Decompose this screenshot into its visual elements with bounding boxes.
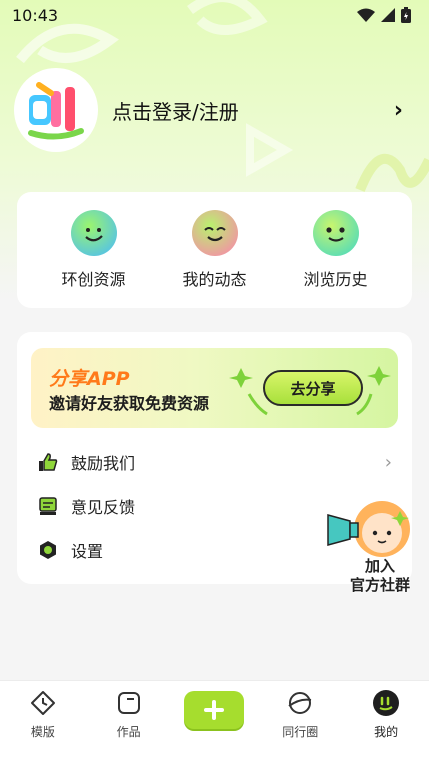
tab-label: 我的	[374, 725, 399, 739]
plus-icon	[184, 691, 245, 729]
profile-icon	[372, 689, 400, 717]
battery-icon	[401, 7, 411, 23]
shortcut-label: 我的动态	[182, 270, 247, 289]
mascot-icon	[327, 501, 410, 557]
shortcuts-card: 环创资源 我的动态 浏览历史	[17, 192, 412, 308]
chevron-right-icon: ›	[393, 97, 403, 123]
shortcut-label: 浏览历史	[303, 270, 368, 289]
bottom-tab-bar: 模版 作品 同行圈 我的	[0, 680, 429, 763]
join-community-label: 加入 官方社群	[349, 557, 410, 594]
wifi-icon	[357, 8, 375, 22]
avatar[interactable]	[16, 70, 96, 150]
tab-community[interactable]: 同行圈	[265, 689, 335, 740]
thumbs-up-icon	[37, 451, 59, 473]
shortcut-label: 环创资源	[61, 270, 126, 289]
tab-works[interactable]: 作品	[94, 689, 164, 740]
tab-label: 作品	[116, 725, 141, 739]
menu-label: 鼓励我们	[71, 454, 136, 473]
shortcut-resources[interactable]: 环创资源	[39, 210, 149, 290]
tab-label: 模版	[30, 725, 55, 739]
tab-mine[interactable]: 我的	[351, 689, 421, 740]
join-community-float[interactable]: 加入 官方社群	[320, 495, 420, 605]
signal-icon	[381, 8, 395, 22]
smiley-pink-icon	[191, 210, 238, 256]
status-time: 10:43	[12, 5, 59, 25]
tab-create[interactable]	[179, 689, 249, 729]
works-icon	[115, 689, 143, 717]
login-row[interactable]: 点击登录/注册 ›	[16, 70, 413, 150]
shortcut-history[interactable]: 浏览历史	[281, 210, 391, 290]
banner-title: 分享APP	[49, 368, 130, 390]
status-bar: 10:43	[0, 0, 429, 30]
planet-icon	[286, 689, 314, 717]
chevron-right-icon: ›	[384, 451, 392, 473]
share-banner[interactable]: 分享APP 邀请好友获取免费资源 去分享	[31, 348, 398, 428]
template-icon	[29, 689, 57, 717]
tab-templates[interactable]: 模版	[8, 689, 78, 740]
feedback-icon	[37, 495, 59, 517]
menu-item-encourage[interactable]: 鼓励我们 ›	[37, 442, 392, 482]
smiley-teal-icon	[312, 210, 359, 256]
share-button[interactable]: 去分享	[263, 370, 363, 406]
login-label: 点击登录/注册	[112, 99, 239, 124]
tab-label: 同行圈	[282, 725, 319, 739]
settings-icon	[37, 539, 59, 561]
shortcut-my-posts[interactable]: 我的动态	[160, 210, 270, 290]
smiley-blue-icon	[70, 210, 117, 256]
banner-subtitle: 邀请好友获取免费资源	[49, 394, 210, 413]
app-logo-icon	[28, 82, 84, 140]
